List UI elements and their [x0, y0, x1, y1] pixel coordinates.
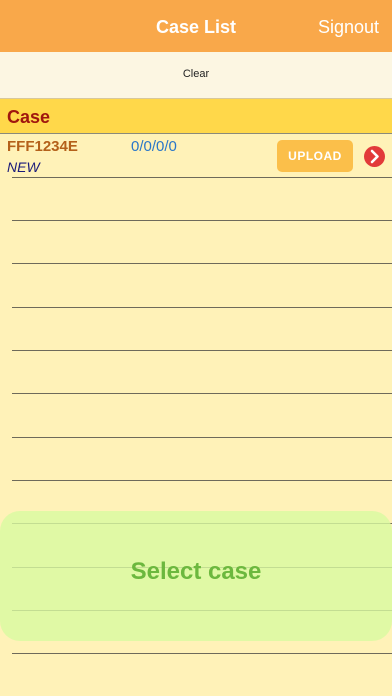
case-row[interactable]: FFF1234E 0/0/0/0 NEW UPLOAD: [0, 134, 392, 178]
chevron-right-glyph: [370, 149, 379, 164]
case-id: FFF1234E: [7, 138, 78, 155]
section-header: Case: [0, 99, 392, 134]
row-separator: [12, 653, 392, 654]
row-separator: [12, 480, 392, 481]
section-title: Case: [7, 107, 51, 127]
toolbar: Clear: [0, 52, 392, 99]
row-separator: [12, 263, 392, 264]
case-status: NEW: [7, 159, 40, 175]
row-separator: [12, 307, 392, 308]
row-separator: [12, 350, 392, 351]
row-separator: [12, 393, 392, 394]
select-case-overlay[interactable]: Select case: [0, 511, 392, 641]
upload-button[interactable]: UPLOAD: [277, 140, 353, 172]
select-case-label: Select case: [130, 558, 262, 585]
chevron-right-circle-icon[interactable]: [364, 146, 385, 167]
row-separator: [12, 437, 392, 438]
case-counts: 0/0/0/0: [131, 138, 177, 155]
clear-button[interactable]: Clear: [0, 68, 392, 80]
signout-button[interactable]: Signout: [318, 17, 379, 38]
row-separator: [12, 177, 392, 178]
row-separator: [12, 220, 392, 221]
navigation-bar: Case List Signout: [0, 0, 392, 52]
